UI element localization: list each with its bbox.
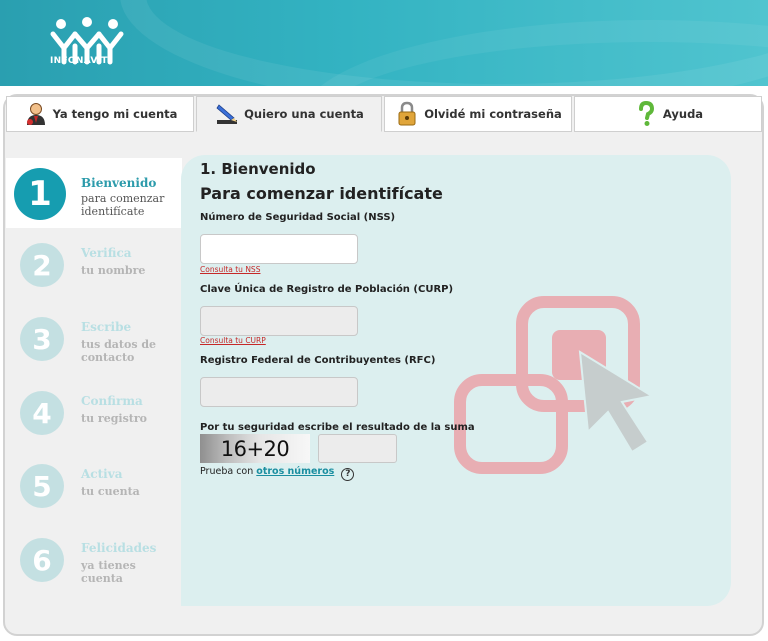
step-subtitle: tu nombre bbox=[81, 264, 146, 277]
captcha-label: Por tu seguridad escribe el resultado de… bbox=[200, 422, 475, 433]
step-number: 2 bbox=[20, 243, 64, 287]
consulta-curp-link[interactable]: Consulta tu CURP bbox=[200, 336, 266, 345]
captcha-retry: Prueba con otros números ? bbox=[200, 466, 355, 481]
captcha-answer-input[interactable] bbox=[318, 434, 397, 463]
step-number: 4 bbox=[20, 391, 64, 435]
step-subtitle: tu cuenta bbox=[81, 485, 140, 498]
step-5-activa: 5 Activa tu cuenta bbox=[6, 451, 182, 521]
step-subtitle: tu registro bbox=[81, 412, 147, 425]
rfc-label: Registro Federal de Contribuyentes (RFC) bbox=[200, 355, 436, 366]
consulta-nss-link[interactable]: Consulta tu NSS bbox=[200, 265, 260, 274]
header-banner: INFONAVIT bbox=[0, 0, 768, 86]
nss-input[interactable] bbox=[200, 234, 358, 264]
step-3-escribe: 3 Escribe tus datos de contacto bbox=[6, 304, 182, 374]
step-title: Activa bbox=[81, 467, 123, 481]
step-2-verifica: 2 Verifica tu nombre bbox=[6, 230, 182, 300]
tab-ayuda[interactable]: Ayuda bbox=[574, 96, 762, 132]
step-title: Felicidades bbox=[81, 541, 157, 555]
user-icon bbox=[26, 103, 45, 125]
curp-label: Clave Única de Registro de Población (CU… bbox=[200, 284, 454, 295]
tab-label: Ya tengo mi cuenta bbox=[52, 107, 178, 121]
step-title: Confirma bbox=[81, 394, 143, 408]
step-title: Verifica bbox=[81, 246, 132, 260]
retry-prefix: Prueba con bbox=[200, 466, 254, 477]
step-title: Bienvenido bbox=[81, 176, 157, 190]
step-6-felicidades: 6 Felicidades ya tienes cuenta bbox=[6, 525, 182, 595]
nss-label: Número de Seguridad Social (NSS) bbox=[200, 212, 396, 223]
step-number: 3 bbox=[20, 317, 64, 361]
step-number: 6 bbox=[20, 538, 64, 582]
step-1-bienvenido: 1 Bienvenido para comenzar identifícate bbox=[6, 158, 182, 228]
click-cursor-watermark-icon bbox=[454, 296, 655, 474]
curp-input[interactable] bbox=[200, 306, 358, 336]
question-icon bbox=[638, 101, 654, 126]
form-subtitle: Para comenzar identifícate bbox=[200, 184, 443, 203]
help-icon[interactable]: ? bbox=[341, 468, 355, 481]
pencil-icon bbox=[216, 104, 238, 124]
lock-icon bbox=[398, 101, 416, 126]
step-number: 5 bbox=[20, 464, 64, 508]
tab-quiero-una-cuenta[interactable]: Quiero una cuenta bbox=[196, 96, 382, 132]
step-number: 1 bbox=[14, 168, 66, 220]
tab-label: Olvidé mi contraseña bbox=[424, 107, 562, 121]
tab-label: Quiero una cuenta bbox=[244, 107, 364, 121]
form-title: 1. Bienvenido bbox=[200, 160, 316, 178]
captcha-image: 16+20 bbox=[200, 434, 310, 463]
tab-label: Ayuda bbox=[662, 107, 704, 121]
tab-bar: Ya tengo mi cuenta Quiero una cuenta Olv… bbox=[6, 96, 762, 132]
rfc-input[interactable] bbox=[200, 377, 358, 407]
brand-name: INFONAVIT bbox=[50, 56, 108, 66]
step-subtitle: para comenzar identifícate bbox=[81, 192, 165, 218]
step-4-confirma: 4 Confirma tu registro bbox=[6, 378, 182, 448]
step-subtitle: tus datos de contacto bbox=[81, 338, 157, 364]
tab-ya-tengo-mi-cuenta[interactable]: Ya tengo mi cuenta bbox=[6, 96, 194, 132]
otros-numeros-link[interactable]: otros números bbox=[256, 466, 334, 477]
tab-olvide-mi-contrasena[interactable]: Olvidé mi contraseña bbox=[384, 96, 572, 132]
step-subtitle: ya tienes cuenta bbox=[81, 559, 136, 585]
step-title: Escribe bbox=[81, 320, 132, 334]
